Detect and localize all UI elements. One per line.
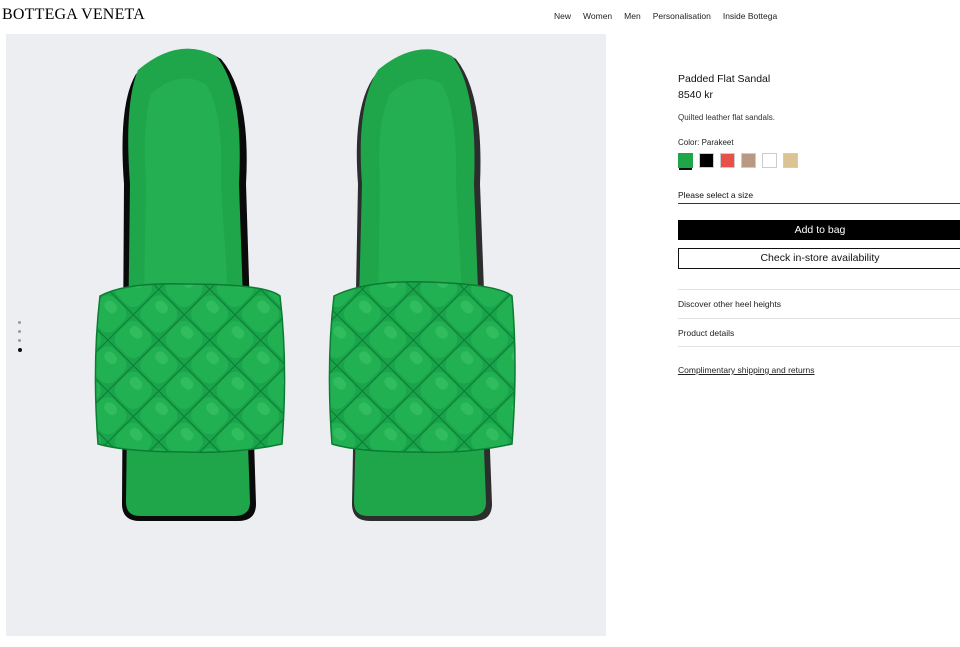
gallery-dot-4-active[interactable] (17, 348, 22, 352)
product-price: 8540 kr (678, 89, 714, 101)
gallery-dot-1[interactable] (18, 321, 21, 324)
color-label: Color: Parakeet (678, 138, 734, 147)
nav-item-women[interactable]: Women (583, 11, 612, 21)
gallery-dot-3[interactable] (18, 339, 21, 342)
color-swatches (678, 153, 798, 168)
product-description: Quilted leather flat sandals. (678, 113, 775, 122)
add-to-bag-button[interactable]: Add to bag (678, 220, 960, 240)
left-sandal (94, 48, 286, 521)
main-nav: New Women Men Personalisation Inside Bot… (554, 11, 777, 21)
color-swatch-6[interactable] (783, 153, 798, 168)
color-swatch-3[interactable] (720, 153, 735, 168)
brand-logo[interactable]: BOTTEGA VENETA (2, 6, 145, 24)
right-sandal (328, 49, 516, 521)
size-selector[interactable]: Please select a size (678, 190, 960, 204)
product-image (94, 48, 516, 521)
heel-heights-accordion[interactable]: Discover other heel heights (678, 289, 960, 318)
check-store-availability-button[interactable]: Check in-store availability (678, 248, 960, 269)
color-swatch-4[interactable] (741, 153, 756, 168)
gallery-dot-2[interactable] (18, 330, 21, 333)
nav-item-inside-bottega[interactable]: Inside Bottega (723, 11, 777, 21)
color-swatch-5[interactable] (762, 153, 777, 168)
site-header: BOTTEGA VENETA New Women Men Personalisa… (0, 0, 960, 32)
shipping-returns-link[interactable]: Complimentary shipping and returns (678, 365, 815, 375)
color-swatch-1[interactable] (678, 153, 693, 168)
gallery-pagination (17, 321, 22, 352)
nav-item-personalisation[interactable]: Personalisation (653, 11, 711, 21)
color-swatch-2[interactable] (699, 153, 714, 168)
nav-item-men[interactable]: Men (624, 11, 641, 21)
product-title: Padded Flat Sandal (678, 73, 771, 85)
product-image-gallery[interactable] (6, 34, 606, 636)
nav-item-new[interactable]: New (554, 11, 571, 21)
product-details-accordion[interactable]: Product details (678, 318, 960, 347)
